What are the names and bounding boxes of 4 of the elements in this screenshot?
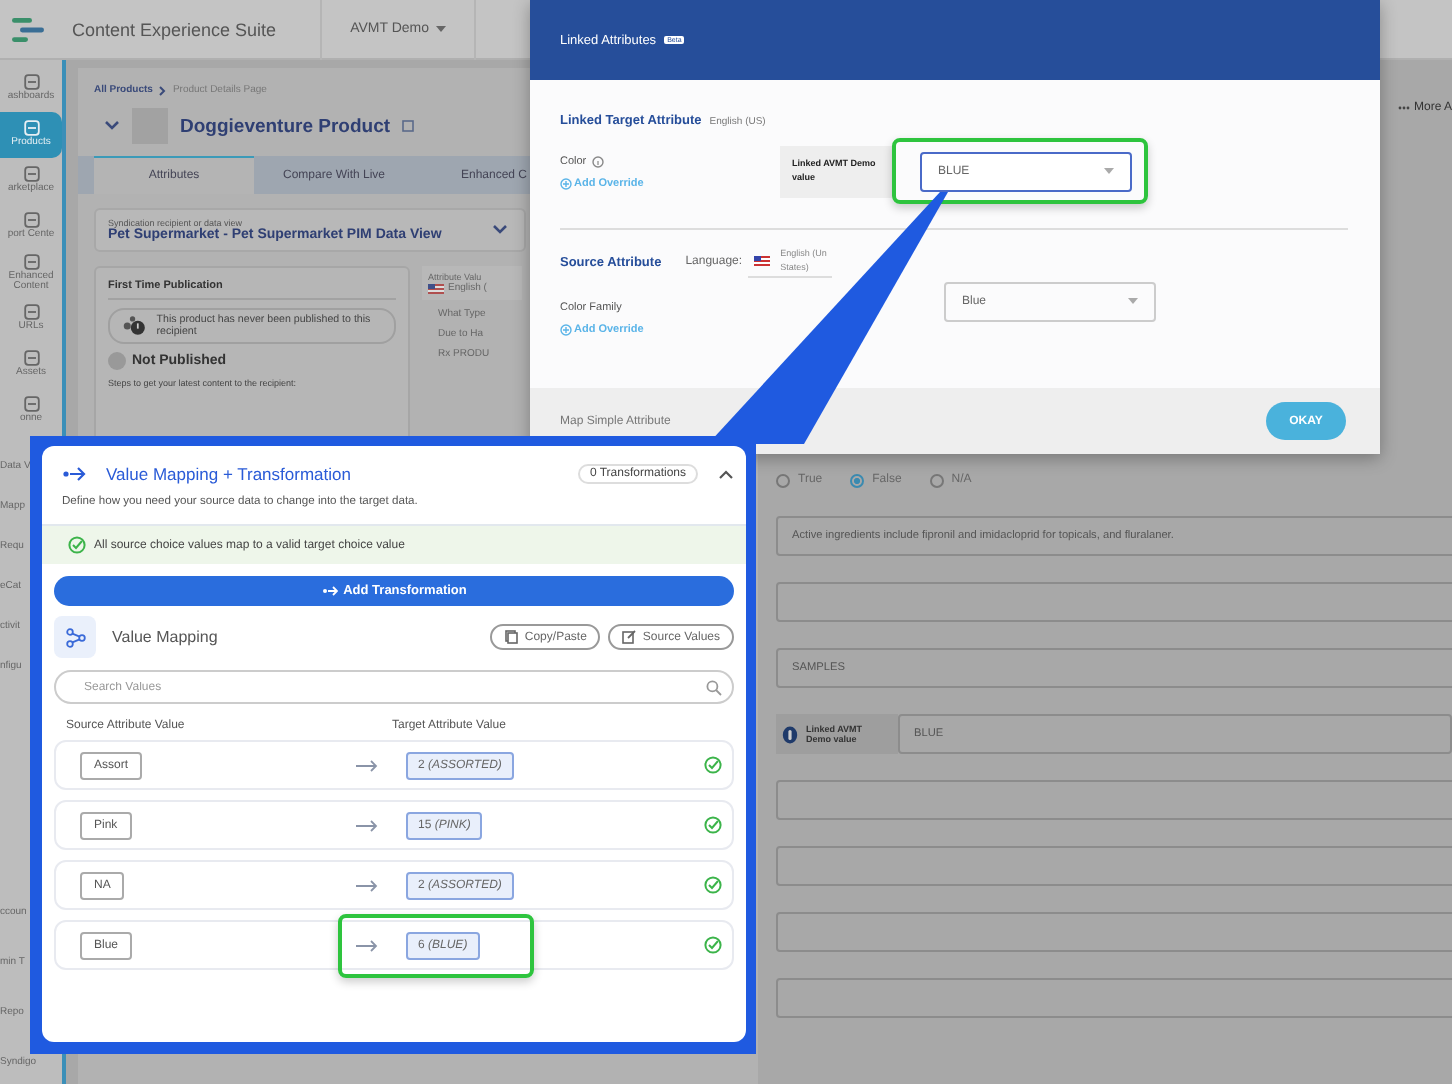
panel-title: Value Mapping + Transformation [106, 464, 351, 484]
app-name: Content Experience Suite [72, 19, 277, 39]
section-title: Value Mapping [112, 628, 218, 646]
product-title: Doggieventure Product [180, 115, 391, 137]
